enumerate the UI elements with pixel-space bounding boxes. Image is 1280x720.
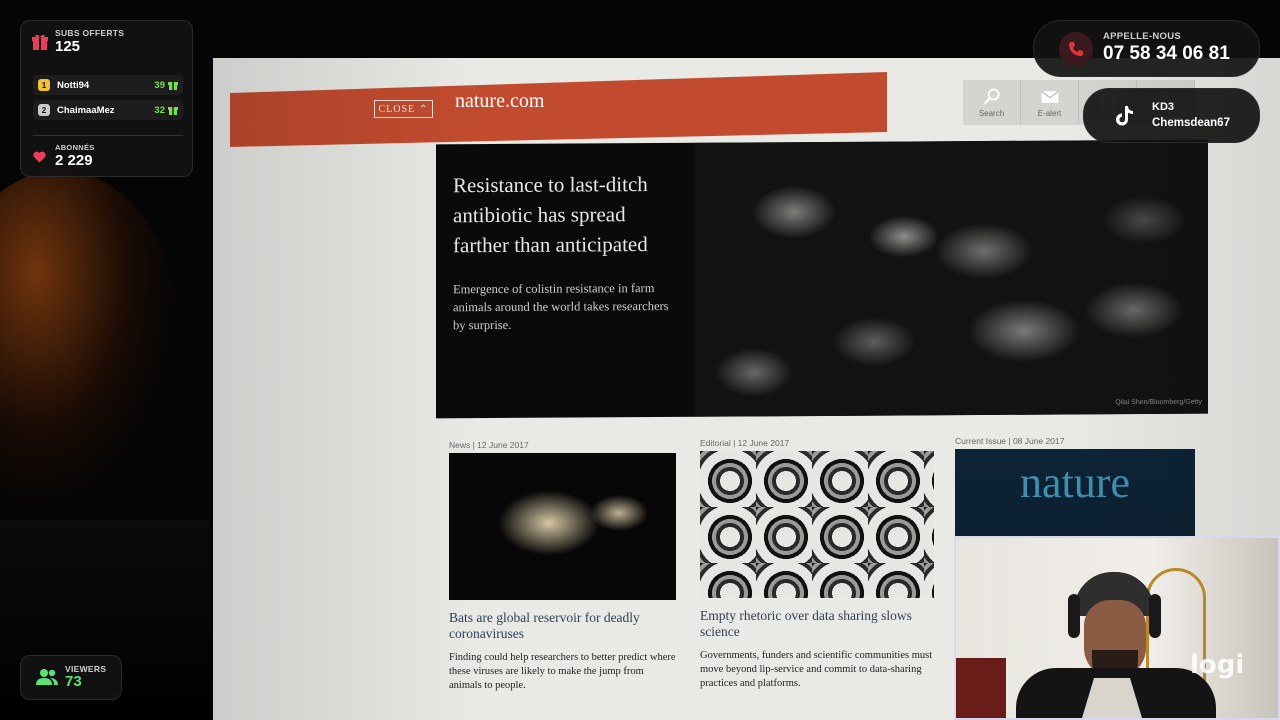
article-image-bats[interactable] xyxy=(449,453,676,600)
viewers-count: 73 xyxy=(65,673,82,690)
hero-subtitle: Emergence of colistin resistance in farm… xyxy=(453,281,669,333)
rank-badge: 2 xyxy=(38,104,50,116)
tool-search-label: Search xyxy=(978,109,1005,118)
subs-count: 125 xyxy=(55,38,81,55)
divider xyxy=(33,135,183,136)
tool-ealert[interactable]: E-alert xyxy=(1021,80,1079,125)
followers-label: ABONNÉS xyxy=(55,143,95,152)
chevron-up-icon: ⌃ xyxy=(419,103,429,115)
gift-icon xyxy=(32,34,48,50)
article-card[interactable]: Editorial | 12 June 2017 Empty rhetoric … xyxy=(700,438,934,691)
mail-icon xyxy=(1040,90,1059,103)
leaderboard-row: 1 Notti94 39 xyxy=(33,75,183,95)
close-button[interactable]: CLOSE ⌃ xyxy=(374,100,433,118)
article-title[interactable]: Bats are global reservoir for deadly cor… xyxy=(449,610,676,642)
tiktok-line1: KD3 xyxy=(1152,101,1175,113)
article-summary: Governments, funders and scientific comm… xyxy=(700,650,933,689)
hero-image-credit: Qilai Shen/Bloomberg/Getty xyxy=(1115,398,1202,407)
search-icon xyxy=(983,88,1000,105)
rank-badge: 1 xyxy=(38,79,50,91)
leader-name: Notti94 xyxy=(57,79,90,91)
subs-panel: SUBS OFFERTS 125 1 Notti94 39 2 ChaimaaM… xyxy=(20,20,193,177)
article-meta: News | 12 June 2017 xyxy=(449,440,529,450)
background-chair xyxy=(956,658,1006,718)
phone-number: 07 58 34 06 81 xyxy=(1103,43,1230,64)
tool-search[interactable]: Search xyxy=(963,80,1021,125)
tiktok-icon xyxy=(1116,106,1133,126)
heart-icon xyxy=(33,151,46,163)
hero-image-pigs[interactable]: Qilai Shen/Bloomberg/Getty xyxy=(694,139,1208,417)
stream-canvas: CLOSE ⌃ nature.com Search E-alert Resist… xyxy=(0,0,1280,720)
leader-count: 39 xyxy=(154,79,165,91)
leader-count: 32 xyxy=(154,104,165,116)
article-image-badges[interactable] xyxy=(700,451,934,598)
gift-icon xyxy=(168,82,178,90)
article-summary: Finding could help researchers to better… xyxy=(449,652,676,691)
webcam-watermark: logi xyxy=(1190,650,1245,680)
viewers-panel: VIEWERS 73 xyxy=(20,655,122,700)
followers-count: 2 229 xyxy=(55,152,93,169)
site-brand[interactable]: nature.com xyxy=(455,90,544,113)
site-header-bar xyxy=(230,72,887,147)
tool-ealert-label: E-alert xyxy=(1037,109,1062,118)
hero-title[interactable]: Resistance to last-ditch antibiotic has … xyxy=(453,169,678,260)
current-issue-meta: Current Issue | 08 June 2017 xyxy=(955,436,1065,446)
phone-icon xyxy=(1059,32,1093,66)
users-icon xyxy=(36,669,58,685)
tiktok-handle: Chemsdean67 xyxy=(1152,117,1230,129)
gift-icon xyxy=(168,107,178,115)
journal-cover-title: nature xyxy=(1020,458,1130,507)
headphones-right xyxy=(1149,594,1161,638)
tiktok-panel: KD3 Chemsdean67 xyxy=(1083,88,1260,143)
call-label: APPELLE-NOUS xyxy=(1103,31,1182,42)
call-panel: APPELLE-NOUS 07 58 34 06 81 xyxy=(1033,20,1260,77)
webcam-feed: logi xyxy=(954,536,1280,720)
subs-label: SUBS OFFERTS xyxy=(55,28,125,38)
article-title[interactable]: Empty rhetoric over data sharing slows s… xyxy=(700,608,934,640)
close-button-label: CLOSE xyxy=(378,103,416,115)
leader-name: ChaimaaMez xyxy=(57,104,115,116)
background-lamp-glow xyxy=(0,170,180,510)
headphones-left xyxy=(1068,594,1080,638)
article-meta: Editorial | 12 June 2017 xyxy=(700,438,790,448)
article-card[interactable]: News | 12 June 2017 Bats are global rese… xyxy=(449,440,676,693)
leaderboard-row: 2 ChaimaaMez 32 xyxy=(33,100,183,120)
hero-text: Resistance to last-ditch antibiotic has … xyxy=(453,169,678,334)
hero-article[interactable]: Resistance to last-ditch antibiotic has … xyxy=(436,139,1208,419)
